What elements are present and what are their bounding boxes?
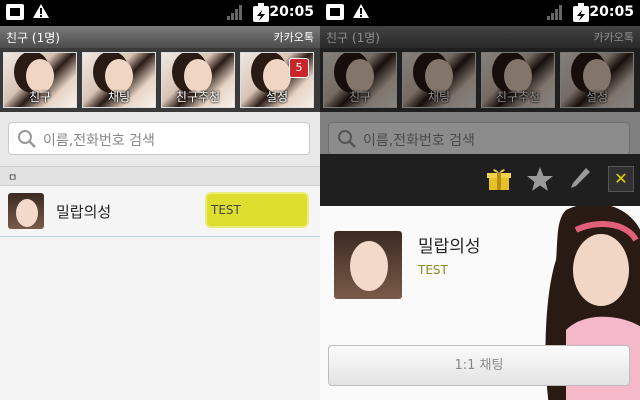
status-bar: 20:05: [0, 0, 320, 26]
profile-name: 밀랍의성: [418, 237, 481, 257]
friend-row[interactable]: 밀랍의성 TEST: [0, 186, 320, 237]
signal-icon: [547, 5, 562, 20]
signal-icon: [227, 5, 242, 20]
search-icon: [18, 130, 36, 148]
tab-bar: 친구 채팅 친구추천 5 설정: [0, 48, 320, 112]
profile-card: 밀랍의성 TEST 1:1 채팅: [320, 206, 640, 400]
profile-status-message: TEST: [418, 263, 448, 277]
tab-settings[interactable]: 5 설정: [240, 52, 314, 108]
section-letter: ㅁ: [8, 173, 18, 184]
search-placeholder: 이름,전화번호 검색: [43, 133, 155, 149]
status-message-text: TEST: [211, 203, 241, 217]
close-button[interactable]: ✕: [608, 166, 634, 192]
close-icon: ✕: [614, 169, 628, 188]
avatar[interactable]: [8, 193, 44, 229]
tab-friends[interactable]: 친구: [3, 52, 77, 108]
sim-icon: [326, 4, 344, 20]
section-header: ㅁ: [0, 166, 320, 186]
tab-label: 설정: [265, 90, 289, 104]
edit-icon[interactable]: [568, 166, 592, 192]
profile-avatar[interactable]: [334, 231, 402, 299]
one-on-one-chat-button[interactable]: 1:1 채팅: [328, 345, 630, 386]
notification-badge: 5: [289, 58, 309, 78]
app-brand: 카카오톡: [273, 31, 314, 44]
tab-label: 친구: [28, 90, 52, 104]
search-area: 이름,전화번호 검색: [0, 112, 320, 166]
clock: 20:05: [589, 4, 634, 20]
tab-label: 채팅: [107, 90, 131, 104]
popup-action-bar: ✕: [320, 154, 640, 206]
tab-label: 친구추천: [175, 90, 221, 104]
gift-icon[interactable]: [486, 166, 512, 192]
tab-recommend[interactable]: 친구추천: [161, 52, 235, 108]
status-message-bubble: TEST: [205, 192, 309, 228]
search-input[interactable]: 이름,전화번호 검색: [8, 122, 310, 155]
profile-popup-screen: 20:05 친구 (1명) 카카오톡 친구 채팅 친구추천 설정 이름,전화번호…: [320, 0, 640, 400]
star-icon[interactable]: [526, 166, 554, 192]
page-title: 친구 (1명): [6, 31, 60, 45]
warning-icon: [33, 4, 49, 18]
warning-icon: [353, 4, 369, 18]
tab-chat[interactable]: 채팅: [82, 52, 156, 108]
status-bar: 20:05: [320, 0, 640, 26]
friends-screen: 20:05 친구 (1명) 카카오톡 친구 채팅 친구추천 5 설정 이름,전화번…: [0, 0, 320, 400]
sim-icon: [6, 4, 24, 20]
friend-name: 밀랍의성: [56, 203, 112, 221]
title-bar: 친구 (1명) 카카오톡: [0, 26, 320, 48]
clock: 20:05: [269, 4, 314, 20]
